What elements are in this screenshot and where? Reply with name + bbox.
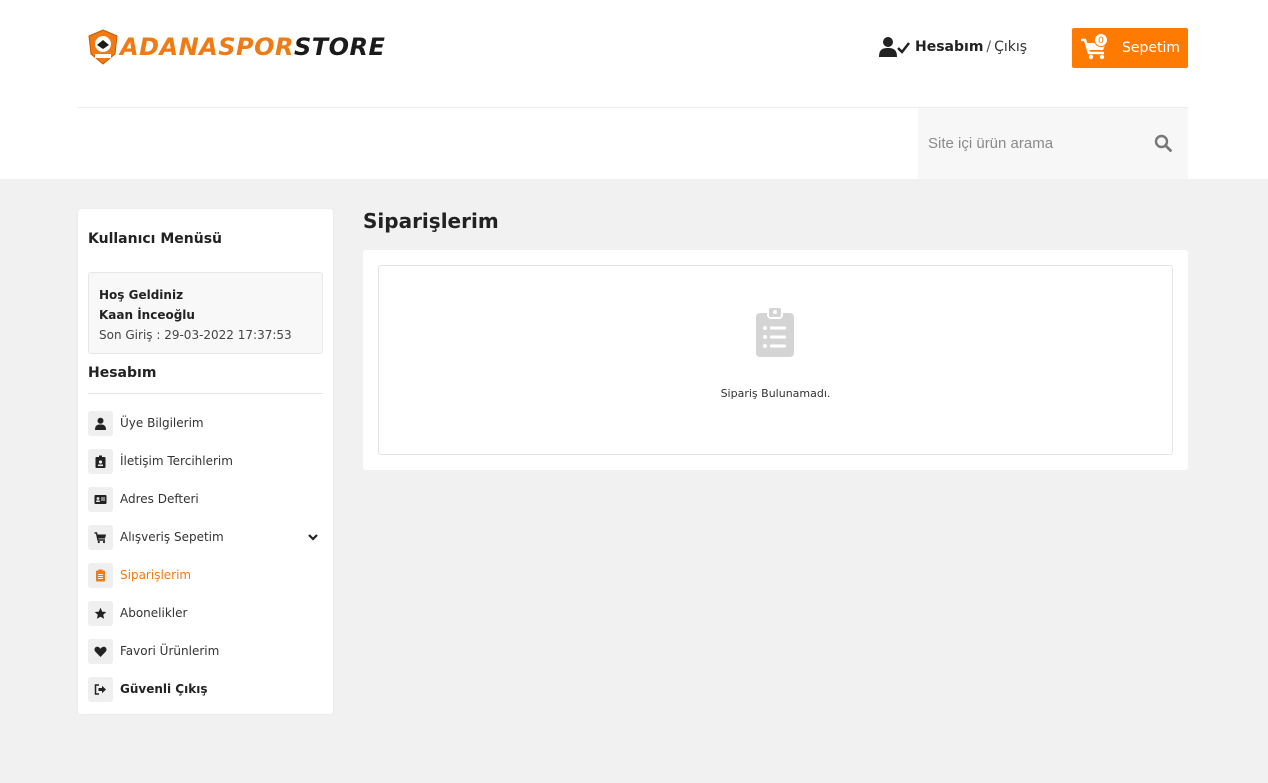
sidebar-item-label: Üye Bilgilerim: [120, 416, 204, 430]
sidebar-item-contact-preferences[interactable]: İletişim Tercihlerim: [88, 442, 323, 480]
sidebar-item-address-book[interactable]: Adres Defteri: [88, 480, 323, 518]
star-icon: [88, 600, 113, 626]
sidebar-item-orders[interactable]: Siparişlerim: [88, 556, 323, 594]
user-name: Kaan İnceoğlu: [99, 308, 195, 322]
sidebar-item-label: Abonelikler: [120, 606, 188, 620]
user-sidebar: Kullanıcı Menüsü Hoş Geldiniz Kaan İnceo…: [78, 209, 333, 714]
heart-icon: [88, 638, 113, 664]
account-section-title: Hesabım: [88, 365, 323, 394]
empty-message: Sipariş Bulunamadı.: [720, 387, 831, 400]
orders-empty-state: Sipariş Bulunamadı.: [378, 265, 1173, 455]
sidebar-item-shopping-cart[interactable]: Alışveriş Sepetim: [88, 518, 323, 556]
chevron-down-icon[interactable]: [307, 531, 319, 543]
sidebar-item-subscriptions[interactable]: Abonelikler: [88, 594, 323, 632]
sidebar-title: Kullanıcı Menüsü: [88, 231, 223, 247]
last-login: Son Giriş : 29-03-2022 17:37:53: [99, 328, 292, 342]
sidebar-item-label: Favori Ürünlerim: [120, 644, 220, 658]
sidebar-item-label: Güvenli Çıkış: [120, 682, 208, 696]
sidebar-item-label: İletişim Tercihlerim: [120, 454, 233, 468]
sidebar-item-secure-logout[interactable]: Güvenli Çıkış: [88, 670, 323, 708]
sidebar-item-favorites[interactable]: Favori Ürünlerim: [88, 632, 323, 670]
site-header: ADANASPORSTORE Hesabım / Çıkış 0 Sepetim…: [0, 0, 1268, 179]
search-box: [918, 108, 1188, 179]
clipboard-list-icon: [756, 306, 794, 357]
sidebar-item-label: Alışveriş Sepetim: [120, 530, 224, 544]
search-row: [78, 0, 1188, 179]
id-badge-icon: [88, 448, 113, 474]
address-card-icon: [88, 486, 113, 512]
search-icon[interactable]: [1154, 134, 1172, 152]
orders-panel: Sipariş Bulunamadı.: [363, 250, 1188, 470]
sidebar-item-member-info[interactable]: Üye Bilgilerim: [88, 404, 323, 442]
clipboard-icon: [88, 562, 113, 588]
welcome-box: Hoş Geldiniz Kaan İnceoğlu Son Giriş : 2…: [88, 272, 323, 354]
account-menu-list: Üye Bilgilerim İletişim Tercihlerim Adre…: [88, 404, 323, 708]
welcome-text: Hoş Geldiniz: [99, 288, 184, 302]
sign-out-icon: [88, 676, 113, 702]
sidebar-item-label: Siparişlerim: [120, 568, 192, 582]
page-title: Siparişlerim: [363, 209, 499, 233]
cart-icon: [88, 524, 113, 550]
user-icon: [88, 410, 113, 436]
sidebar-item-label: Adres Defteri: [120, 492, 199, 506]
search-input[interactable]: [918, 108, 1138, 179]
